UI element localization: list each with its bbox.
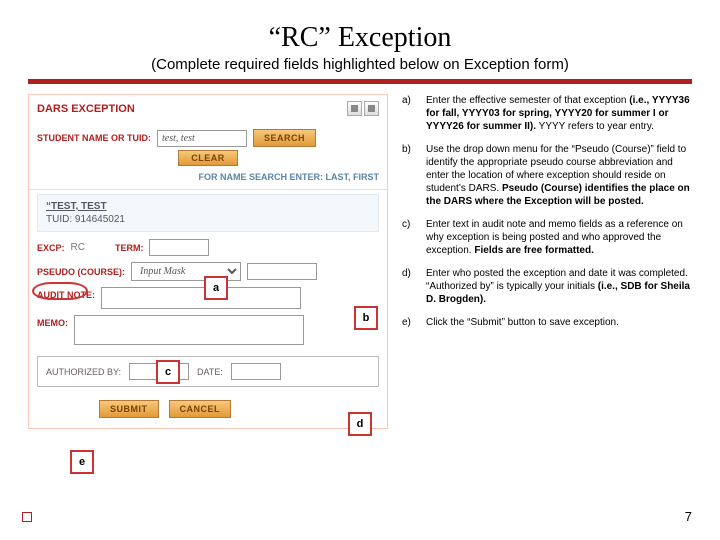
slide-bullet-marker — [22, 512, 32, 522]
instruction-letter: b) — [402, 143, 416, 208]
slide-subtitle: (Complete required fields highlighted be… — [28, 56, 692, 73]
window-icon-1[interactable] — [347, 101, 362, 116]
auth-box: AUTHORIZED BY: DATE: — [37, 356, 379, 387]
student-label: STUDENT NAME OR TUID: — [37, 133, 151, 143]
instruction-b: b) Use the drop down menu for the “Pseud… — [402, 143, 692, 208]
cancel-button[interactable]: CANCEL — [169, 400, 232, 418]
term-label: TERM: — [115, 243, 144, 253]
form-header: DARS EXCEPTION — [37, 103, 135, 115]
student-name: “TEST, TEST — [46, 201, 370, 212]
date-input[interactable] — [231, 363, 281, 380]
name-hint: FOR NAME SEARCH ENTER: LAST, FIRST — [198, 172, 379, 182]
instruction-text: Enter the effective semester of that exc… — [426, 94, 692, 133]
slide-title: “RC” Exception — [28, 22, 692, 54]
excp-label: EXCP: — [37, 243, 65, 253]
instruction-text: Enter who posted the exception and date … — [426, 267, 692, 306]
instruction-letter: d) — [402, 267, 416, 306]
term-input[interactable] — [149, 239, 209, 256]
callout-b: b — [354, 306, 378, 330]
subtitle-text: Complete required fields highlighted bel… — [156, 56, 569, 73]
excp-value: RC — [71, 242, 85, 253]
submit-button[interactable]: SUBMIT — [99, 400, 159, 418]
instruction-letter: c) — [402, 218, 416, 257]
date-label: DATE: — [197, 367, 223, 377]
audit-note-input[interactable] — [101, 287, 301, 309]
memo-label: MEMO: — [37, 315, 68, 328]
auth-label: AUTHORIZED BY: — [46, 367, 121, 377]
callout-e: e — [70, 450, 94, 474]
instruction-letter: a) — [402, 94, 416, 133]
tuid-label: TUID: — [46, 214, 72, 225]
pseudo-label: PSEUDO (COURSE): — [37, 267, 125, 277]
instruction-text: Enter text in audit note and memo fields… — [426, 218, 692, 257]
student-input[interactable] — [157, 130, 247, 147]
instruction-e: e) Click the “Submit” button to save exc… — [402, 316, 692, 329]
instruction-d: d) Enter who posted the exception and da… — [402, 267, 692, 306]
clear-button[interactable]: CLEAR — [178, 150, 238, 166]
instruction-letter: e) — [402, 316, 416, 329]
window-icon-2[interactable] — [364, 101, 379, 116]
memo-input[interactable] — [74, 315, 304, 345]
dars-exception-form: DARS EXCEPTION STUDENT NAME OR TUID: SEA… — [28, 94, 388, 429]
callout-a: a — [204, 276, 228, 300]
tuid-value: 914645021 — [75, 214, 125, 225]
instruction-text: Use the drop down menu for the “Pseudo (… — [426, 143, 692, 208]
audit-label: AUDIT NOTE: — [37, 287, 95, 300]
instruction-c: c) Enter text in audit note and memo fie… — [402, 218, 692, 257]
page-number: 7 — [685, 509, 692, 524]
search-button[interactable]: SEARCH — [253, 129, 316, 147]
instruction-a: a) Enter the effective semester of that … — [402, 94, 692, 133]
pseudo-extra-input[interactable] — [247, 263, 317, 280]
title-underline — [28, 79, 692, 84]
student-result-box: “TEST, TEST TUID: 914645021 — [37, 194, 379, 232]
instructions-panel: a) Enter the effective semester of that … — [402, 94, 692, 429]
callout-c: c — [156, 360, 180, 384]
instruction-text: Click the “Submit” button to save except… — [426, 316, 692, 329]
callout-d: d — [348, 412, 372, 436]
